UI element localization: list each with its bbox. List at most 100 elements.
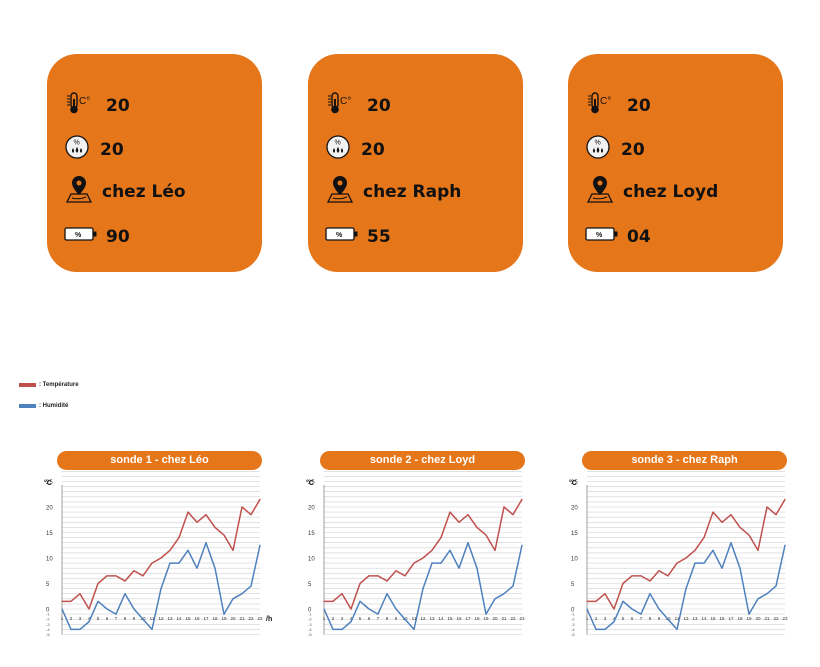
temperature-point [658,570,660,572]
sensor-card-3[interactable]: C° 20 % 20 chez Loyd % 04 [568,54,783,272]
x-tick-label: 2 [332,616,335,621]
humidity-icon: % [64,134,92,165]
temperature-point [784,498,786,500]
humidity-point [512,585,514,587]
x-tick-label: 21 [764,616,770,621]
x-tick-label: 8 [649,616,652,621]
humidity-point [703,562,705,564]
battery-row: % 04 [585,226,651,247]
temperature-point [521,498,523,500]
x-tick-label: 13 [692,616,698,621]
temperature-point [721,521,723,523]
temperature-point [404,575,406,577]
svg-text:%: % [336,232,343,239]
x-tick-label: 3 [79,616,82,621]
x-tick-label: 23 [782,616,788,621]
temperature-point [124,580,126,582]
location-row: chez Léo [64,174,186,209]
x-tick-label: 17 [465,616,471,621]
temperature-row: C° 20 [585,92,651,119]
humidity-point [775,585,777,587]
temperature-point [341,593,343,595]
x-tick-label: 9 [133,616,136,621]
humidity-point [151,628,153,630]
humidity-point [97,600,99,602]
humidity-point [694,562,696,564]
humidity-point [595,628,597,630]
y-tick-label: 20 [46,506,53,512]
temperature-value: 20 [367,95,391,116]
humidity-point [476,567,478,569]
humidity-point [586,608,588,610]
x-tick-label: 17 [203,616,209,621]
temperature-point [586,600,588,602]
location-value: chez Raph [363,181,462,202]
svg-text:%: % [75,232,82,239]
humidity-point [667,618,669,620]
x-tick-label: 14 [176,616,182,621]
humidity-point [214,567,216,569]
x-tick-label: 16 [719,616,725,621]
location-pin-icon [64,174,94,209]
x-tick-label: 2 [70,616,73,621]
x-unit-label: /h [266,616,272,623]
humidity-point [757,598,759,600]
y-tick-label: 15 [571,531,578,537]
humidity-point [422,588,424,590]
humidity-point [377,613,379,615]
y-tick-label: 10 [46,557,53,563]
temperature-point [766,506,768,508]
humidity-point [613,621,615,623]
temperature-point [115,575,117,577]
location-value: chez Léo [102,181,186,202]
humidity-point [413,628,415,630]
humidity-row: % 20 [585,134,645,165]
svg-text:%: % [596,232,603,239]
x-tick-label: 23 [519,616,525,621]
svg-text:C°: C° [600,96,611,107]
humidity-row: % 20 [64,134,124,165]
humidity-point [440,562,442,564]
legend-humidity-label: Humidité [42,403,69,409]
temperature-point [694,549,696,551]
temperature-point [332,600,334,602]
sensor-card-1[interactable]: C° 20 % 20 chez Léo % 90 [47,54,262,272]
location-value: chez Loyd [623,181,719,202]
battery-value: 04 [627,226,651,247]
svg-text:%: % [595,140,601,147]
temperature-point [622,582,624,585]
legend-humidity-swatch [19,404,36,408]
temperature-point [667,575,669,577]
x-tick-label: 18 [737,616,743,621]
temperature-point [232,549,234,551]
humidity-point [187,549,189,551]
temperature-point [613,608,615,610]
thermometer-icon: C° [585,92,619,119]
humidity-point [88,621,90,623]
temperature-point [88,608,90,610]
chart-title-2: sonde 2 - chez Loyd [320,451,525,470]
y-tick-label: 25 [46,480,53,486]
temperature-point [739,526,741,528]
humidity-point [712,549,714,551]
x-tick-label: 15 [447,616,453,621]
humidity-point [658,608,660,610]
x-tick-label: 21 [501,616,507,621]
humidity-point [649,593,651,595]
humidity-point [386,593,388,595]
temperature-point [757,549,759,551]
temperature-point [79,593,81,595]
temperature-point [503,506,505,508]
x-tick-label: 19 [221,616,227,621]
x-tick-label: 20 [492,616,498,621]
x-tick-label: 8 [386,616,389,621]
humidity-point [404,618,406,620]
temperature-value: 20 [627,95,651,116]
sensor-card-2[interactable]: C° 20 % 20 chez Raph % 55 [308,54,523,272]
humidity-point [196,567,198,569]
temperature-point [422,557,424,559]
legend-temperature-label: Température [42,382,79,388]
humidity-point [61,608,63,610]
humidity-point [323,608,325,610]
y-tick-label: 25 [571,480,578,486]
